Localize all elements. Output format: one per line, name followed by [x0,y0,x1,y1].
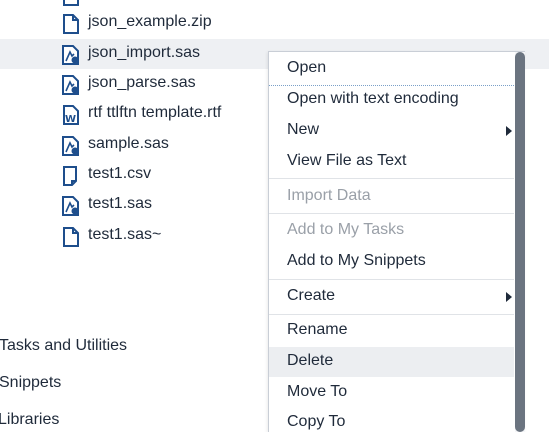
sas-program-icon [62,75,80,95]
sas-program-icon [62,136,80,156]
sas-program-icon [62,45,80,65]
word-doc-icon: W [62,105,80,125]
file-row[interactable]: json_example.zip [0,8,549,38]
file-name: test1.sas~ [88,226,162,243]
context-menu: Open Open with text encoding New View Fi… [268,51,525,432]
menu-item-new[interactable]: New [269,116,514,146]
menu-item-add-to-my-snippets[interactable]: Add to My Snippets [269,247,514,277]
menu-item-import-data: Import Data [287,187,371,204]
submenu-arrow-icon [506,292,512,302]
file-name: json_import.sas [88,44,201,61]
menu-divider [269,279,514,280]
csv-file-icon [62,166,80,186]
menu-item-open-with-encoding[interactable]: Open with text encoding [269,85,514,115]
menu-divider [269,178,514,179]
file-name: test1.sas [88,195,153,212]
file-name: sample.sas [88,135,169,152]
nav-tasks-and-utilities[interactable]: Tasks and Utilities [0,337,127,355]
menu-item-add-to-my-tasks: Add to My Tasks [287,221,405,238]
file-name: json_parse.sas [88,74,196,91]
menu-item-copy-to[interactable]: Copy To [269,408,514,432]
file-icon [62,0,80,6]
menu-item-open[interactable]: Open [269,54,514,84]
svg-text:W: W [65,114,76,125]
menu-scrollbar[interactable] [515,52,525,432]
file-name: rtf ttlftn template.rtf [88,104,222,121]
menu-item-create[interactable]: Create [269,282,514,312]
file-icon [62,14,80,34]
menu-divider [269,314,514,315]
submenu-arrow-icon [506,126,512,136]
menu-item-delete[interactable]: Delete [269,347,514,377]
menu-item-move-to[interactable]: Move To [269,378,514,408]
menu-divider [269,213,514,214]
file-name: json_example.zip [88,13,212,30]
file-icon [62,227,80,247]
scrollbar-thumb[interactable] [515,52,525,432]
sas-program-icon [62,196,80,216]
nav-libraries[interactable]: Libraries [0,411,59,429]
nav-snippets[interactable]: Snippets [0,374,61,392]
menu-item-view-as-text[interactable]: View File as Text [269,147,514,177]
file-name: test1.csv [88,165,152,182]
menu-item-rename[interactable]: Rename [269,316,514,346]
